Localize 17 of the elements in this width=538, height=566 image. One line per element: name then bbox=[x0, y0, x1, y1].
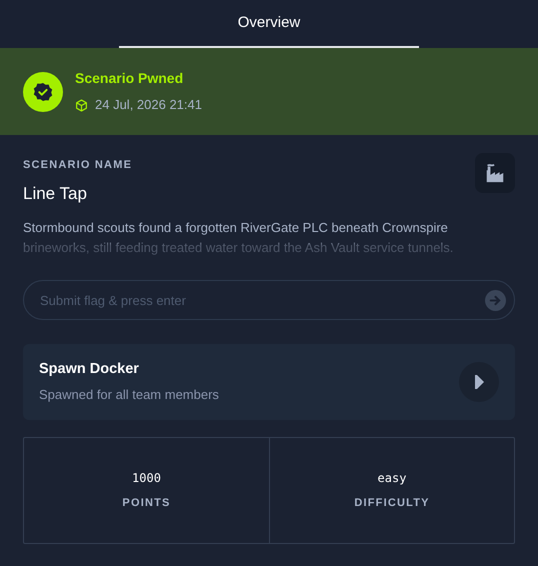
factory-icon bbox=[475, 153, 515, 193]
scenario-description: Stormbound scouts found a forgotten RiverGate PLC beneath Crownspire brineworks, still feeding treated water toward the Ash Vault service tunnels. bbox=[23, 219, 454, 257]
verified-badge-icon bbox=[23, 72, 63, 112]
cube-icon bbox=[75, 98, 88, 112]
play-button[interactable] bbox=[459, 362, 499, 402]
stat-label: DIFFICULTY bbox=[354, 496, 430, 512]
pwned-timestamp: 24 Jul, 2026 21:41 bbox=[95, 96, 202, 114]
stat-value: easy bbox=[378, 470, 406, 488]
scenario-name: Line Tap bbox=[23, 182, 88, 204]
docker-subtitle: Spawned for all team members bbox=[39, 386, 219, 404]
play-icon bbox=[473, 374, 485, 390]
docker-title: Spawn Docker bbox=[39, 360, 140, 380]
stat-value: 1000 bbox=[132, 470, 161, 488]
section-label: SCENARIO NAME bbox=[23, 158, 132, 173]
stat-label: POINTS bbox=[122, 496, 171, 512]
flag-input-field[interactable]: Submit flag & press enter bbox=[23, 280, 515, 320]
banner-title: Scenario Pwned bbox=[75, 69, 184, 88]
